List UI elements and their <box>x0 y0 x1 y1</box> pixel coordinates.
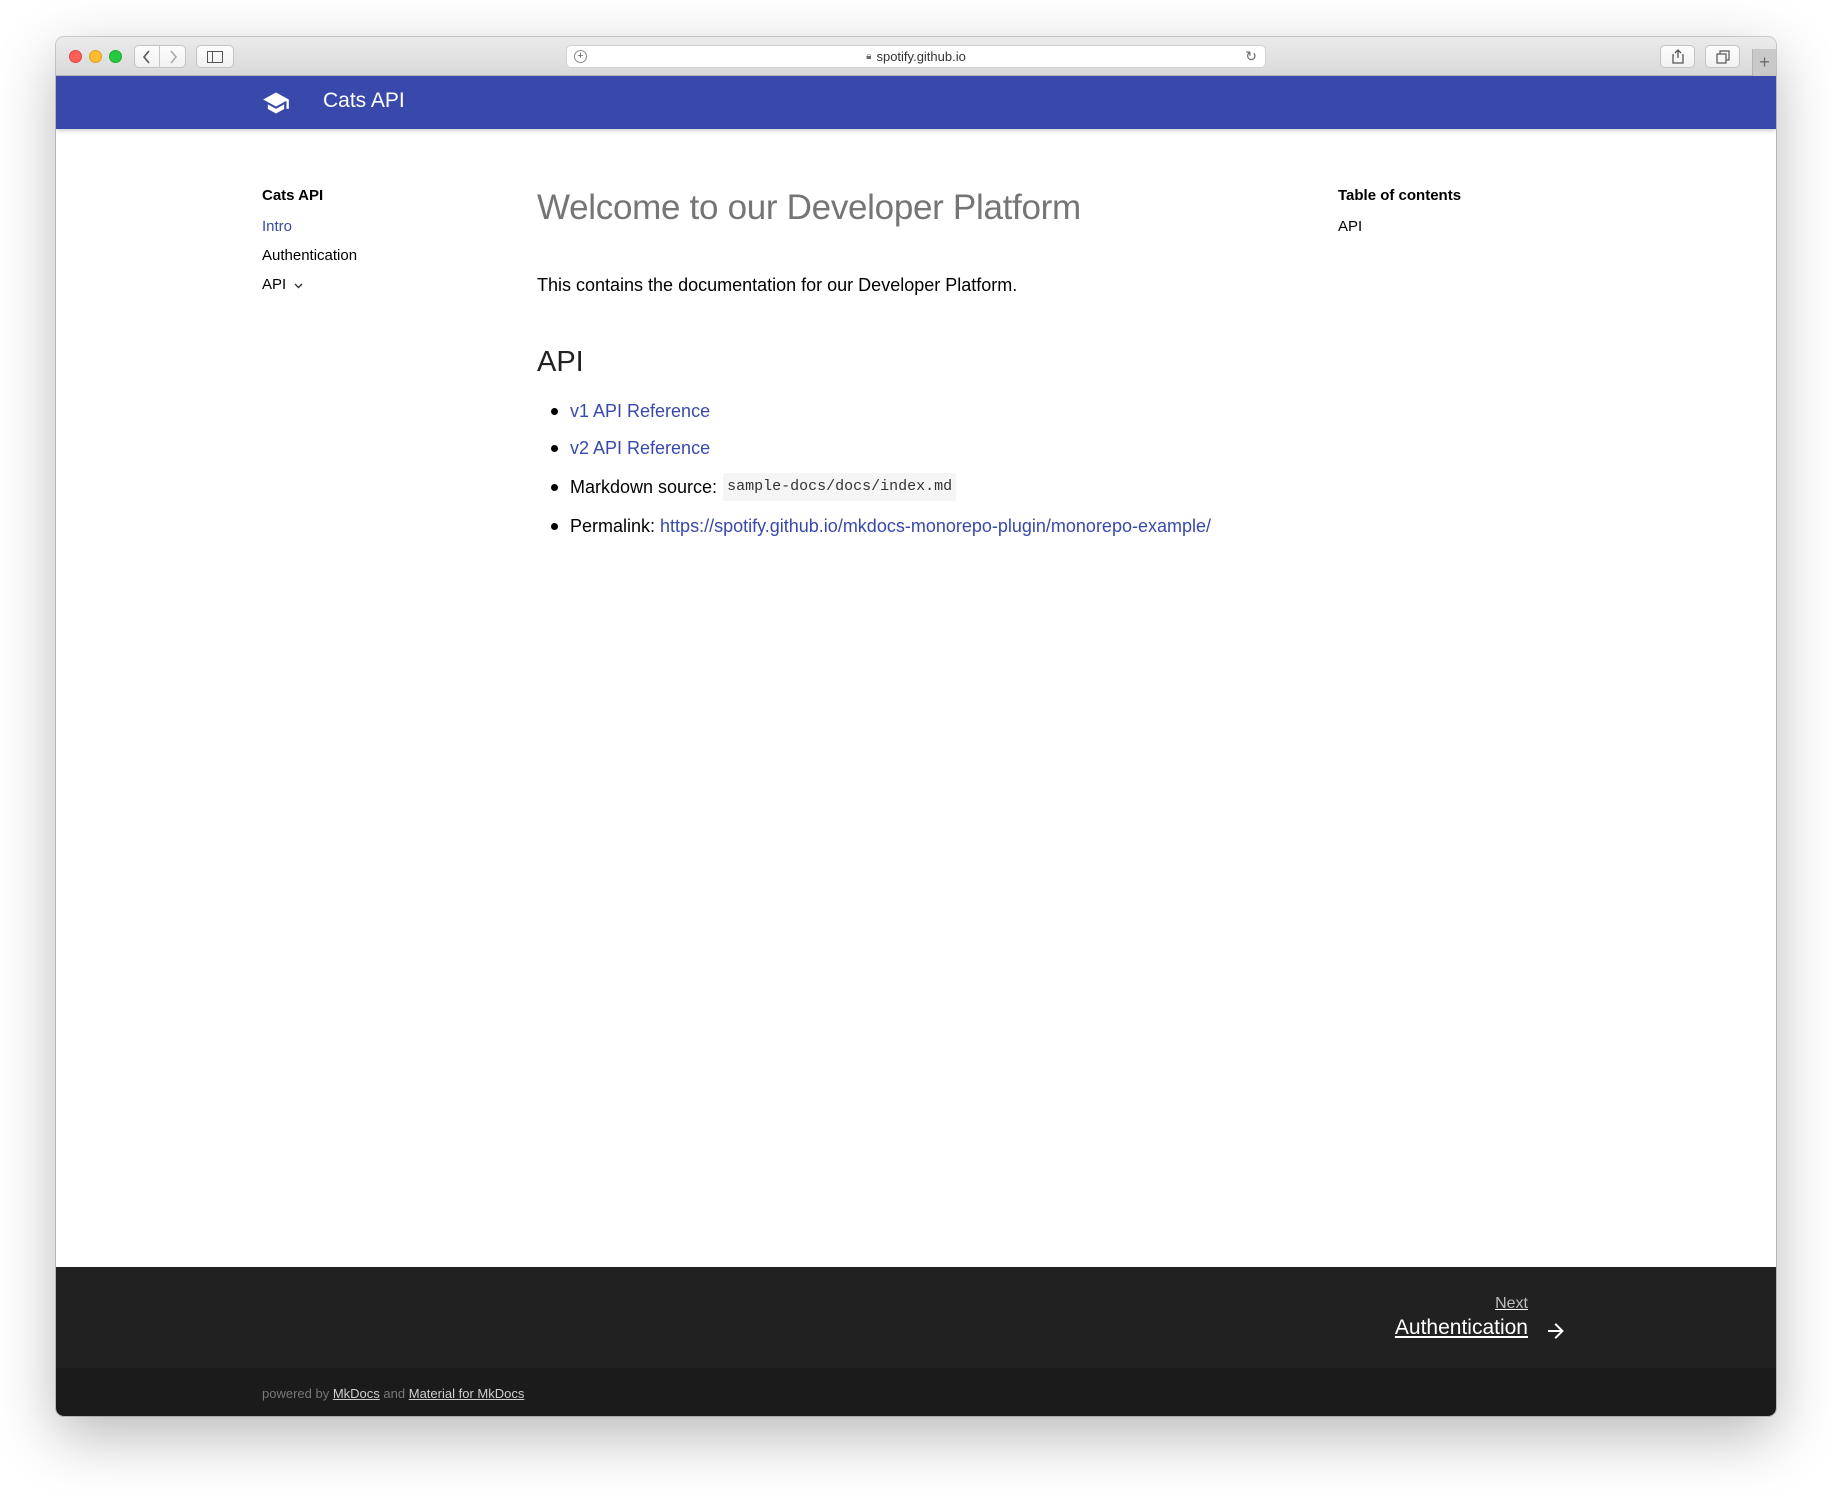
url-text: spotify.github.io <box>876 49 966 64</box>
nav-item-label: API <box>262 276 287 293</box>
table-of-contents: Table of contents API <box>1338 187 1598 235</box>
nav-item-label: Intro <box>262 218 293 235</box>
minimize-window-button[interactable] <box>89 50 102 63</box>
material-for-mkdocs-link[interactable]: Material for MkDocs <box>409 1386 525 1401</box>
share-button[interactable] <box>1660 45 1695 68</box>
add-bookmark-icon[interactable]: + <box>574 50 587 63</box>
bullet <box>551 483 558 491</box>
nav-item-authentication[interactable]: Authentication <box>262 247 492 264</box>
nav-title: Cats API <box>262 187 324 204</box>
desktop-background: + 🔒︎ spotify.github.io ↻ + Cats API Cats… <box>0 0 1832 1491</box>
chevron-right-icon <box>169 49 177 64</box>
address-bar[interactable]: + 🔒︎ spotify.github.io ↻ <box>566 45 1266 68</box>
next-label: Next <box>1495 1295 1528 1312</box>
bullet <box>551 522 558 530</box>
powered-by-label: powered by <box>262 1386 330 1401</box>
new-tab-button[interactable]: + <box>1752 49 1776 76</box>
footer-meta: powered by MkDocs and Material for MkDoc… <box>56 1368 1776 1416</box>
and-label: and <box>383 1386 406 1401</box>
share-icon <box>1671 49 1684 64</box>
forward-button[interactable] <box>160 45 186 68</box>
bullet <box>551 407 558 415</box>
close-window-button[interactable] <box>69 50 82 63</box>
intro-paragraph: This contains the documentation for our … <box>537 275 1018 295</box>
site-title[interactable]: Cats API <box>323 89 405 113</box>
browser-toolbar: + 🔒︎ spotify.github.io ↻ + <box>56 37 1776 76</box>
permalink-link[interactable]: https://spotify.github.io/mkdocs-monorep… <box>660 514 1211 538</box>
next-page-link[interactable]: Next Authentication <box>1395 1295 1568 1340</box>
toc-item-api[interactable]: API <box>1338 218 1598 235</box>
tabs-icon <box>1715 49 1730 64</box>
lock-icon: 🔒︎ <box>866 51 872 62</box>
powered-by-text: powered by MkDocs and Material for MkDoc… <box>262 1386 524 1401</box>
page-title: Welcome to our Developer Platform <box>537 188 1081 227</box>
next-page-title: Authentication <box>1394 1316 1528 1339</box>
chevron-left-icon <box>142 49 150 64</box>
markdown-source-label: Markdown source: <box>570 477 718 497</box>
permalink-label: Permalink: <box>570 516 656 536</box>
section-heading-api: API <box>537 346 584 378</box>
article-content: Welcome to our Developer Platform This c… <box>537 187 1357 551</box>
bullet <box>551 444 558 452</box>
mkdocs-link[interactable]: MkDocs <box>333 1386 380 1401</box>
site-header: Cats API <box>56 76 1776 129</box>
list-item: v1 API Reference <box>551 399 1357 423</box>
reload-icon[interactable]: ↻ <box>1245 48 1257 65</box>
list-item: v2 API Reference <box>551 436 1357 460</box>
browser-window: + 🔒︎ spotify.github.io ↻ + Cats API Cats… <box>56 37 1776 1416</box>
list-item: Markdown source: sample-docs/docs/index.… <box>551 473 1357 501</box>
arrow-right-icon <box>1548 1323 1564 1339</box>
primary-navigation: Cats API Intro Authentication API <box>262 187 492 305</box>
back-button[interactable] <box>134 45 160 68</box>
nav-item-api[interactable]: API <box>262 276 492 293</box>
chevron-down-icon <box>294 280 303 292</box>
v2-api-reference-link[interactable]: v2 API Reference <box>570 436 710 460</box>
footer-navigation: Next Authentication <box>56 1267 1776 1368</box>
sidebar-icon <box>207 50 223 63</box>
show-tabs-button[interactable] <box>1705 45 1740 68</box>
nav-item-label: Authentication <box>262 247 358 264</box>
v1-api-reference-link[interactable]: v1 API Reference <box>570 399 710 423</box>
sidebar-toggle-button[interactable] <box>196 45 234 68</box>
api-link-list: v1 API Reference v2 API Reference Markdo… <box>537 399 1357 538</box>
markdown-source-path: sample-docs/docs/index.md <box>723 473 957 501</box>
toc-title: Table of contents <box>1338 187 1462 204</box>
zoom-window-button[interactable] <box>109 50 122 63</box>
list-item: Permalink: https://spotify.github.io/mkd… <box>551 514 1357 538</box>
graduation-cap-icon[interactable] <box>262 89 290 117</box>
nav-item-intro[interactable]: Intro <box>262 218 492 235</box>
